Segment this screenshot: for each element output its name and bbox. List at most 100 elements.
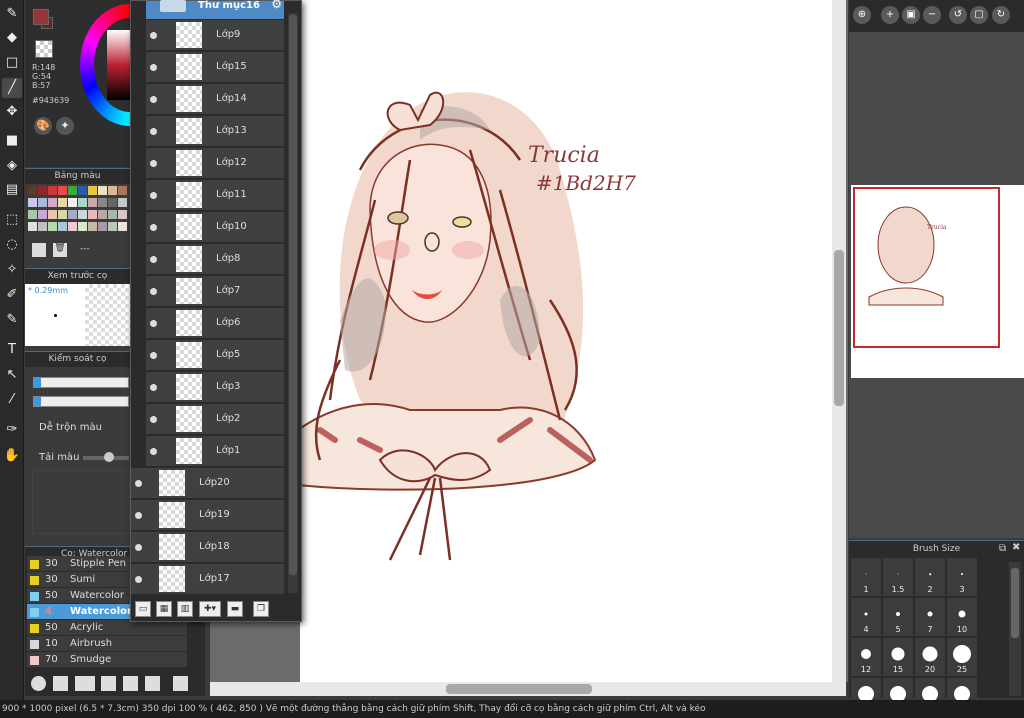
palette-swatch[interactable] <box>108 222 117 231</box>
dropper-tool-icon[interactable]: ⁄ <box>2 390 22 410</box>
palette-swatch[interactable] <box>28 198 37 207</box>
layer-row[interactable]: Lớp7 <box>146 276 284 307</box>
brush-size-cell[interactable]: 7 <box>915 598 945 636</box>
brush-size-cell[interactable]: 4 <box>851 598 881 636</box>
add-brush-icon[interactable] <box>31 676 46 691</box>
palette-swatch[interactable] <box>98 186 107 195</box>
visibility-icon[interactable] <box>150 256 157 263</box>
text-tool-icon[interactable]: T <box>2 340 22 360</box>
layer-row[interactable]: Lớp18 <box>131 532 284 563</box>
visibility-icon[interactable] <box>135 480 142 487</box>
select-pen-tool-icon[interactable]: ✐ <box>2 285 22 305</box>
zoom-in-icon[interactable]: + <box>881 6 899 24</box>
fill-rect-tool-icon[interactable]: ■ <box>2 131 22 151</box>
rectangle-tool-icon[interactable]: □ <box>2 53 22 73</box>
eyedropper-tool-icon[interactable]: ✑ <box>2 420 22 440</box>
visibility-icon[interactable] <box>150 128 157 135</box>
folder-icon[interactable] <box>123 676 138 691</box>
palette-swatch[interactable] <box>88 198 97 207</box>
palette-swatch[interactable] <box>58 186 67 195</box>
gradient-tool-icon[interactable]: ▤ <box>2 180 22 200</box>
palette-swatch[interactable] <box>98 198 107 207</box>
palette-swatch[interactable] <box>48 198 57 207</box>
palette-swatch[interactable] <box>78 222 87 231</box>
close-icon[interactable]: ✖ <box>1012 542 1020 553</box>
visibility-icon[interactable] <box>150 96 157 103</box>
palette-swatch[interactable] <box>98 210 107 219</box>
palette-swatch[interactable] <box>78 210 87 219</box>
duplicate-layer-icon[interactable]: ❐ <box>253 601 269 617</box>
palette-swatch[interactable] <box>118 210 127 219</box>
palette-swatch[interactable] <box>38 186 47 195</box>
canvas-hscroll-knob[interactable] <box>446 684 592 694</box>
color-picker-icon[interactable]: ✦ <box>56 117 74 135</box>
palette-swatch[interactable] <box>118 186 127 195</box>
palette-swatch[interactable] <box>48 222 57 231</box>
visibility-icon[interactable] <box>150 416 157 423</box>
move-tool-icon[interactable]: ✥ <box>2 102 22 122</box>
brush-size-cell[interactable]: 20 <box>915 638 945 676</box>
layer-row[interactable]: Lớp6 <box>146 308 284 339</box>
brush-size-slider[interactable] <box>33 377 129 388</box>
operation-tool-icon[interactable]: ↖ <box>2 365 22 385</box>
brush-item[interactable]: 50 Acrylic <box>27 620 187 636</box>
visibility-icon[interactable] <box>135 576 142 583</box>
brush-size-cell[interactable]: 15 <box>883 638 913 676</box>
layer-row[interactable]: Lớp20 <box>131 468 284 499</box>
brush-size-cell[interactable]: 2 <box>915 558 945 596</box>
new-layer-icon[interactable]: ▭ <box>135 601 151 617</box>
brush-size-cell[interactable]: 1 <box>851 558 881 596</box>
new-page-icon[interactable] <box>32 243 46 257</box>
layers-scrollbar[interactable] <box>288 13 298 593</box>
halftone-layer-icon[interactable]: ▥ <box>177 601 193 617</box>
palette-swatch[interactable] <box>78 198 87 207</box>
layer-row[interactable]: Lớp10 <box>146 212 284 243</box>
visibility-icon[interactable] <box>150 192 157 199</box>
select-eraser-tool-icon[interactable]: ✎ <box>2 310 22 330</box>
layer-row[interactable]: Lớp3 <box>146 372 284 403</box>
palette-swatch[interactable] <box>58 222 67 231</box>
duplicate-icon[interactable] <box>145 676 160 691</box>
palette-swatch[interactable] <box>118 198 127 207</box>
pen-tool-icon[interactable]: ✎ <box>2 4 22 24</box>
canvas-vscroll-knob[interactable] <box>834 250 844 406</box>
add-layer-menu-icon[interactable]: ✚▾ <box>199 601 221 617</box>
brush-size-cell[interactable]: 25 <box>947 638 977 676</box>
layer-row[interactable]: Lớp12 <box>146 148 284 179</box>
brush-size-cell[interactable]: 12 <box>851 638 881 676</box>
palette-swatch[interactable] <box>118 222 127 231</box>
brush-size-cell[interactable]: 3 <box>947 558 977 596</box>
visibility-icon[interactable] <box>150 160 157 167</box>
layer-row[interactable]: Lớp17 <box>131 564 284 595</box>
palette-swatch[interactable] <box>38 222 47 231</box>
palette-swatch[interactable] <box>48 210 57 219</box>
palette-swatch[interactable] <box>108 210 117 219</box>
brush-size-cell[interactable]: 1.5 <box>883 558 913 596</box>
palette-swatch[interactable] <box>68 210 77 219</box>
visibility-icon[interactable] <box>150 448 157 455</box>
layer-row[interactable]: Lớp13 <box>146 116 284 147</box>
rotate-left-icon[interactable]: ↺ <box>949 6 967 24</box>
palette-swatch[interactable] <box>88 210 97 219</box>
brush-tool-icon[interactable]: ╱ <box>2 78 22 98</box>
zoom-icon[interactable]: ⊕ <box>853 6 871 24</box>
visibility-icon[interactable] <box>150 288 157 295</box>
brush-size-scrollbar[interactable] <box>1009 562 1021 696</box>
palette-swatch[interactable] <box>28 222 37 231</box>
magic-wand-tool-icon[interactable]: ✧ <box>2 260 22 280</box>
reset-rotation-icon[interactable]: ▢ <box>970 6 988 24</box>
new-page-icon[interactable] <box>53 676 68 691</box>
brush-item[interactable]: 10 Airbrush <box>27 636 187 652</box>
brush-size-cell[interactable]: 5 <box>883 598 913 636</box>
fit-view-icon[interactable]: ▣ <box>902 6 920 24</box>
visibility-icon[interactable] <box>150 32 157 39</box>
layer-row[interactable]: Lớp9 <box>146 20 284 51</box>
palette-swatch[interactable] <box>108 186 117 195</box>
hand-tool-icon[interactable]: ✋ <box>2 446 22 466</box>
brush-menu-icon[interactable] <box>75 676 95 691</box>
main-color-swatch[interactable] <box>33 9 49 25</box>
copy-brush-icon[interactable] <box>101 676 116 691</box>
palette-swatch[interactable] <box>48 186 57 195</box>
zoom-out-icon[interactable]: − <box>923 6 941 24</box>
layer-row[interactable]: Lớp15 <box>146 52 284 83</box>
